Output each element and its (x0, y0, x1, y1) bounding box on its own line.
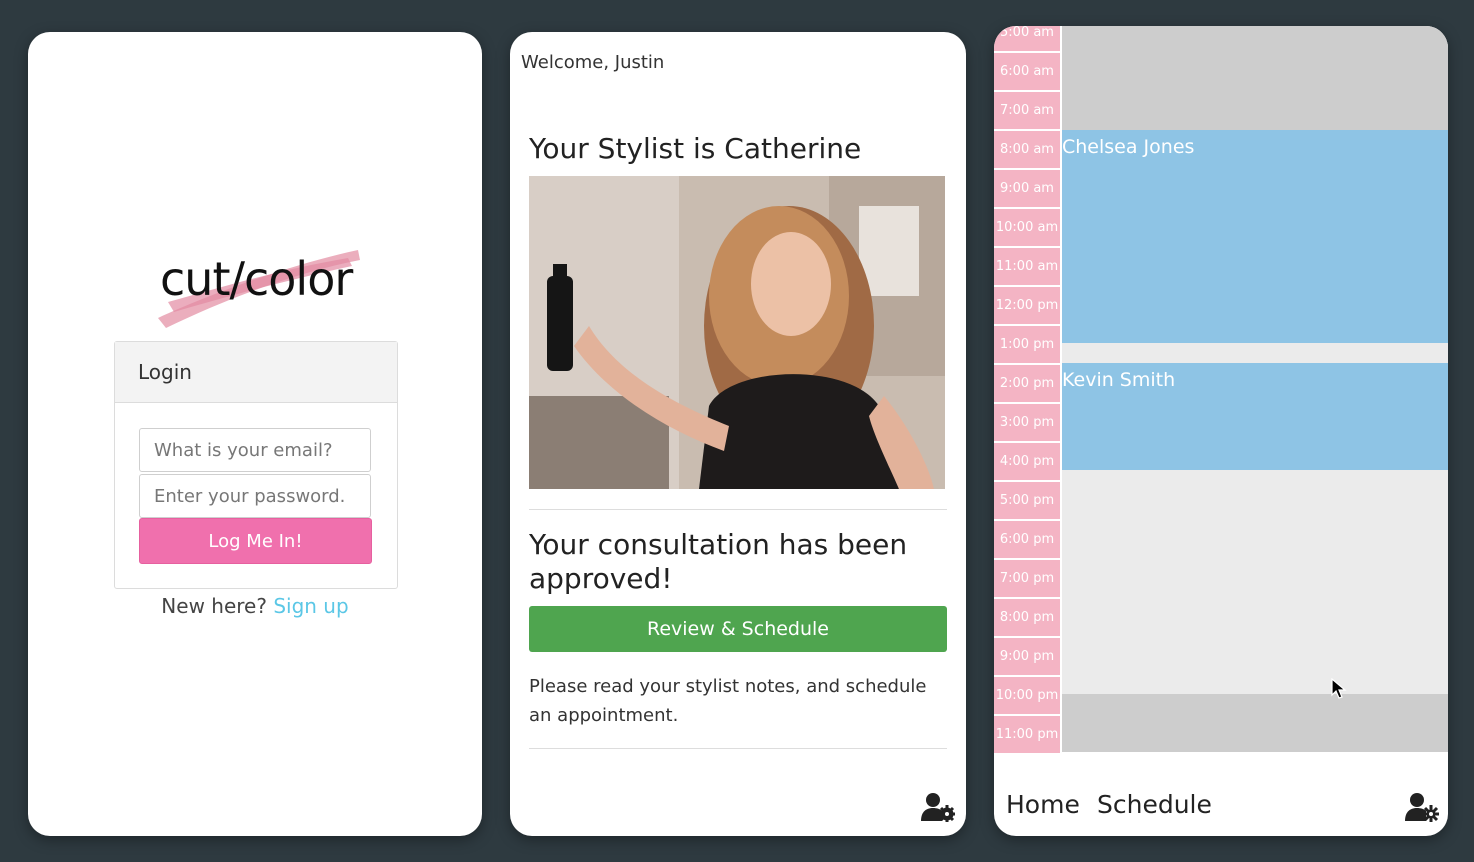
time-slot: 4:00 pm (994, 443, 1060, 482)
nav-schedule[interactable]: Schedule (1097, 790, 1212, 819)
password-input[interactable] (139, 474, 371, 518)
time-slot: 7:00 pm (994, 560, 1060, 599)
time-slot: 5:00 pm (994, 482, 1060, 521)
unavailable-block (1062, 694, 1448, 752)
consultation-status: Your consultation has been approved! (529, 528, 908, 595)
time-slot: 9:00 pm (994, 638, 1060, 677)
cut-color-logo: cut/color (148, 240, 368, 335)
logo-text: cut/color (160, 252, 353, 306)
time-slot: 10:00 pm (994, 677, 1060, 716)
time-slot: 6:00 pm (994, 521, 1060, 560)
time-slot: 8:00 pm (994, 599, 1060, 638)
schedule-card: Chelsea Jones Kevin Smith 5:00 am 6:00 a… (994, 26, 1448, 836)
login-panel: Login Log Me In! (114, 341, 398, 589)
signup-link[interactable]: Sign up (273, 594, 348, 618)
stylist-notes-text: Please read your stylist notes, and sche… (529, 676, 927, 726)
appointment-name: Chelsea Jones (1062, 136, 1195, 158)
stylist-photo-illustration (529, 176, 945, 489)
time-slot: 11:00 am (994, 248, 1060, 287)
time-slot: 5:00 am (994, 26, 1060, 53)
divider (529, 748, 947, 749)
review-schedule-button[interactable]: Review & Schedule (529, 606, 947, 652)
stylist-title: Your Stylist is Catherine (529, 132, 862, 165)
divider (529, 509, 947, 510)
login-button[interactable]: Log Me In! (139, 518, 372, 564)
signup-prompt: New here? Sign up (28, 594, 482, 618)
login-panel-title: Login (115, 342, 397, 403)
user-gear-icon[interactable] (921, 792, 956, 823)
time-slot: 10:00 am (994, 209, 1060, 248)
mouse-cursor-icon (1331, 678, 1347, 699)
appointment-block[interactable]: Kevin Smith (1062, 363, 1448, 470)
user-gear-icon[interactable] (1405, 792, 1440, 823)
nav-home[interactable]: Home (1006, 790, 1080, 819)
login-card: cut/color Login Log Me In! New here? Sig… (28, 32, 482, 836)
new-here-text: New here? (161, 594, 267, 618)
time-slot: 1:00 pm (994, 326, 1060, 365)
time-slot: 8:00 am (994, 131, 1060, 170)
time-slot: 2:00 pm (994, 365, 1060, 404)
welcome-text: Welcome, Justin (521, 52, 665, 73)
appointment-name: Kevin Smith (1062, 369, 1176, 391)
time-slot: 6:00 am (994, 53, 1060, 92)
time-slot: 3:00 pm (994, 404, 1060, 443)
time-slot: 12:00 pm (994, 287, 1060, 326)
time-slot: 9:00 am (994, 170, 1060, 209)
stylist-photo (529, 176, 945, 489)
appointment-block[interactable]: Chelsea Jones (1062, 130, 1448, 343)
home-card: Welcome, Justin Your Stylist is Catherin… (510, 32, 966, 836)
email-input[interactable] (139, 428, 371, 472)
unavailable-block (1062, 26, 1448, 130)
time-slot: 7:00 am (994, 92, 1060, 131)
time-slot: 11:00 pm (994, 716, 1060, 755)
